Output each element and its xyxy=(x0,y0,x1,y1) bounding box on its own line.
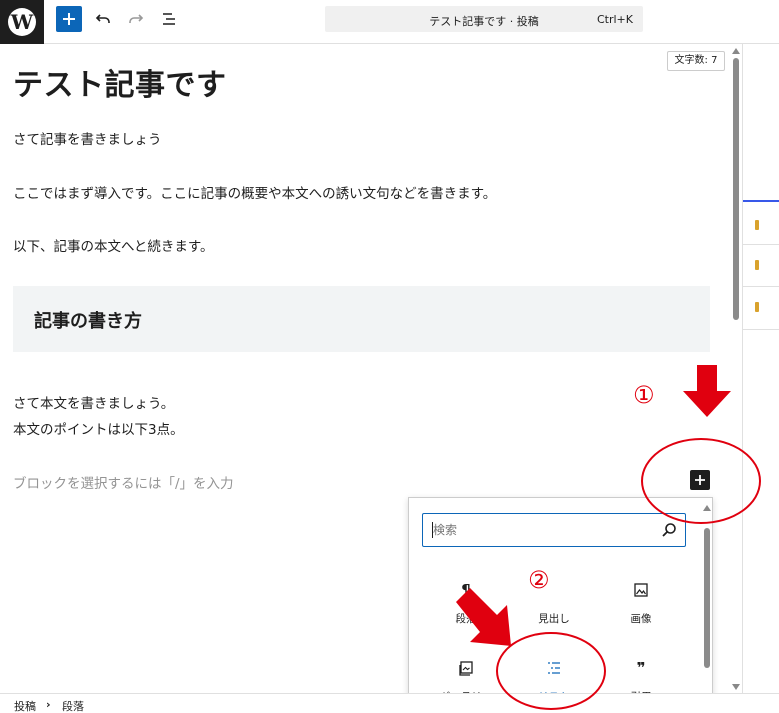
plus-icon xyxy=(63,13,75,25)
settings-sidebar xyxy=(742,44,779,694)
block-label: 画像 xyxy=(630,613,652,625)
search-icon xyxy=(662,523,676,537)
undo-icon xyxy=(95,14,110,23)
image-icon xyxy=(601,579,681,601)
block-item-image[interactable]: 画像 xyxy=(601,575,681,635)
breadcrumb-item-post[interactable]: 投稿 xyxy=(14,698,36,713)
paragraph-block[interactable]: さて本文を書きましょう。 xyxy=(13,392,174,412)
paragraph-block[interactable]: ここではまず導入です。ここに記事の概要や本文への誘い文句などを書きます。 xyxy=(13,182,496,202)
scroll-thumb[interactable] xyxy=(704,528,710,668)
document-overview-button[interactable] xyxy=(156,6,182,32)
block-item-heading[interactable]: 見出し xyxy=(514,575,594,635)
annotation-arrow-down-icon xyxy=(683,365,731,417)
block-label: 見出し xyxy=(538,613,570,625)
sidebar-divider xyxy=(743,286,779,287)
undo-button[interactable] xyxy=(90,6,116,32)
paragraph-block[interactable]: 本文のポイントは以下3点。 xyxy=(13,418,184,438)
quote-icon: ❞ xyxy=(636,659,646,677)
block-search-field[interactable] xyxy=(422,513,686,547)
scroll-down-arrow[interactable] xyxy=(732,684,740,690)
annotation-step-2: ② xyxy=(528,566,550,594)
breadcrumb-item-paragraph[interactable]: 段落 xyxy=(62,698,84,713)
inserter-scrollbar[interactable] xyxy=(701,498,712,712)
sidebar-divider xyxy=(743,244,779,245)
scroll-thumb[interactable] xyxy=(733,58,739,320)
word-count-badge: 文字数: 7 xyxy=(667,51,725,71)
editor-toolbar: W テスト記事です · 投稿 Ctrl+K xyxy=(0,0,779,44)
annotation-circle xyxy=(641,438,761,524)
wordpress-icon: W xyxy=(8,8,36,36)
post-title[interactable]: テスト記事です xyxy=(13,60,227,104)
list-view-icon xyxy=(163,13,175,25)
add-block-button[interactable] xyxy=(56,6,82,32)
heading-block[interactable]: 記事の書き方 xyxy=(13,286,710,352)
post-title-label: テスト記事です · 投稿 xyxy=(429,15,539,28)
sidebar-panel-marker xyxy=(755,220,759,230)
empty-block-placeholder[interactable]: ブロックを選択するには「/」を入力 xyxy=(13,472,234,492)
sidebar-panel-marker xyxy=(755,260,759,270)
command-palette-bar[interactable]: テスト記事です · 投稿 Ctrl+K xyxy=(325,6,643,32)
sidebar-active-tab-indicator xyxy=(743,200,779,202)
breadcrumb-separator: › xyxy=(46,698,51,711)
annotation-circle xyxy=(496,632,606,710)
annotation-arrow-diagonal-icon xyxy=(456,588,511,646)
shortcut-label: Ctrl+K xyxy=(596,13,633,26)
heading-text: 記事の書き方 xyxy=(34,311,142,332)
paragraph-block[interactable]: 以下、記事の本文へと続きます。 xyxy=(13,235,213,255)
gallery-icon xyxy=(426,657,506,679)
block-breadcrumb: 投稿 › 段落 xyxy=(0,693,779,713)
redo-button[interactable] xyxy=(123,6,149,32)
scroll-up-arrow[interactable] xyxy=(732,48,740,54)
block-search-input[interactable] xyxy=(433,521,653,539)
sidebar-divider xyxy=(743,329,779,330)
redo-icon xyxy=(129,14,144,23)
heading-icon xyxy=(514,579,594,601)
wordpress-logo[interactable]: W xyxy=(0,0,44,44)
sidebar-panel-marker xyxy=(755,302,759,312)
annotation-step-1: ① xyxy=(633,381,655,409)
paragraph-block[interactable]: さて記事を書きましょう xyxy=(13,128,162,148)
